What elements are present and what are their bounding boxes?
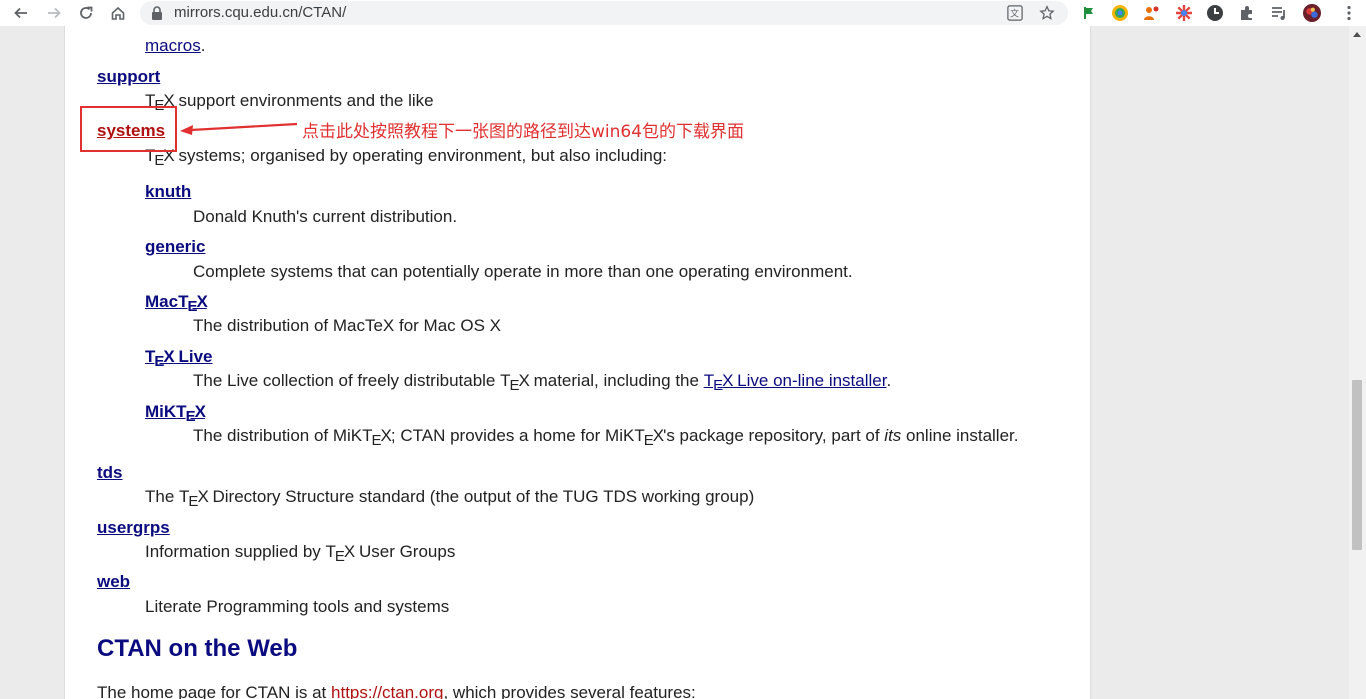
profile-avatar[interactable]: [1301, 2, 1323, 24]
flag-icon: [1084, 7, 1093, 19]
texlive-installer-link[interactable]: TEX Live on-line installer: [703, 371, 887, 394]
translate-icon: 文: [1007, 5, 1023, 21]
entry-link-generic[interactable]: generic: [145, 237, 205, 257]
entry-desc-miktex: The distribution of MiKTEX; CTAN provide…: [193, 426, 1019, 449]
avatar-icon: [1303, 4, 1321, 22]
entry-link-support[interactable]: support: [97, 67, 160, 87]
people-icon: [1144, 6, 1159, 20]
asterisk-icon: [1176, 5, 1192, 21]
reading-list-button[interactable]: [1270, 4, 1288, 22]
playlist-icon: [1272, 7, 1285, 20]
tex-logo: TEX: [145, 347, 175, 370]
browser-menu-button[interactable]: [1340, 4, 1358, 22]
tex-logo: TEX: [362, 426, 392, 449]
entry-link-texlive[interactable]: TEX Live: [145, 347, 213, 370]
bookmark-button[interactable]: [1038, 4, 1056, 22]
tex-logo: TEX: [703, 371, 734, 394]
section-heading-ctan-web: CTAN on the Web: [97, 635, 298, 662]
arrow-left-icon: [14, 7, 27, 19]
reload-icon: [80, 6, 93, 19]
entry-link-tds[interactable]: tds: [97, 463, 123, 483]
tex-logo: TEX: [500, 371, 530, 394]
browser-toolbar: mirrors.cqu.edu.cn/CTAN/ 文: [0, 0, 1366, 26]
tex-logo: TEX: [325, 542, 356, 565]
back-button[interactable]: [11, 3, 31, 23]
annotation-highlight-box: [80, 106, 177, 152]
tex-logo: TEX: [176, 402, 206, 425]
reload-button[interactable]: [76, 3, 96, 23]
forward-button[interactable]: [44, 3, 64, 23]
entry-desc-knuth: Donald Knuth's current distribution.: [193, 207, 458, 226]
entry-link-web[interactable]: web: [97, 572, 130, 592]
extension-globe[interactable]: [1111, 4, 1129, 22]
tex-logo: TEX: [179, 487, 209, 510]
tex-logo: TEX: [634, 426, 664, 449]
extension-people[interactable]: [1143, 4, 1161, 22]
tex-logo: TEX: [178, 292, 208, 315]
entry-desc-systems: TEX systems; organised by operating envi…: [145, 146, 668, 169]
svg-text:文: 文: [1010, 8, 1019, 20]
entry-link-mactex[interactable]: MacTEX: [145, 292, 208, 315]
arrow-right-icon: [48, 7, 61, 19]
lock-icon: [152, 6, 162, 20]
entry-desc-mactex: The distribution of MacTeX for Mac OS X: [193, 316, 502, 335]
entry-link-miktex[interactable]: MiKTEX: [145, 402, 206, 425]
extension-flag[interactable]: [1080, 4, 1098, 22]
puzzle-icon: [1241, 6, 1252, 20]
vertical-scrollbar[interactable]: [1349, 26, 1366, 699]
entry-link-knuth[interactable]: knuth: [145, 182, 191, 202]
home-button[interactable]: [108, 3, 128, 23]
scroll-up-arrow-icon[interactable]: [1353, 32, 1361, 37]
entry-desc-web: Literate Programming tools and systems: [145, 597, 450, 616]
translate-button[interactable]: 文: [1006, 4, 1024, 22]
entry-title-mactex: MacTEX: [145, 292, 208, 315]
ctan-org-link[interactable]: https://ctan.org: [331, 683, 443, 699]
kebab-menu-icon: [1347, 5, 1351, 21]
star-icon: [1039, 5, 1055, 20]
scroll-thumb[interactable]: [1352, 380, 1362, 550]
entry-link-usergrps[interactable]: usergrps: [97, 518, 170, 538]
address-bar[interactable]: mirrors.cqu.edu.cn/CTAN/ 文: [140, 1, 1068, 25]
macros-link-line: macros.: [145, 36, 206, 55]
entry-desc-usergrps: Information supplied by TEX User Groups: [145, 542, 456, 565]
extensions-menu-button[interactable]: [1238, 4, 1256, 22]
entry-desc-tds: The TEX Directory Structure standard (th…: [145, 487, 755, 510]
annotation-arrow-icon: [180, 122, 298, 135]
annotation-text: 点击此处按照教程下一张图的路径到达win64包的下载界面: [302, 122, 745, 142]
entry-desc-support: TEX support environments and the like: [145, 91, 434, 114]
globe-icon: [1112, 5, 1128, 21]
clock-icon: [1207, 5, 1223, 21]
entry-desc-generic: Complete systems that can potentially op…: [193, 262, 853, 281]
macros-link[interactable]: macros: [145, 36, 201, 55]
entry-desc-texlive: The Live collection of freely distributa…: [193, 371, 892, 394]
ctan-homepage-line: The home page for CTAN is at https://cta…: [97, 683, 696, 699]
extension-circle[interactable]: [1206, 4, 1224, 22]
url-text[interactable]: mirrors.cqu.edu.cn/CTAN/: [174, 4, 346, 21]
home-icon: [111, 6, 125, 20]
extension-asterisk[interactable]: [1175, 4, 1193, 22]
